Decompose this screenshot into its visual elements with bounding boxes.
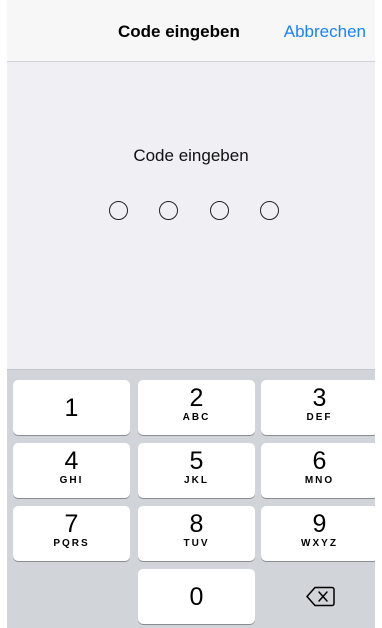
key-3[interactable]: 3 DEF [261, 380, 375, 435]
key-letters: ABC [182, 412, 211, 423]
key-letters: GHI [59, 475, 84, 486]
key-digit: 8 [189, 510, 204, 538]
key-7[interactable]: 7 PQRS [13, 506, 130, 561]
key-digit: 7 [64, 510, 79, 538]
numeric-keypad: 1 2 ABC 3 DEF 4 GHI 5 JKL 6 MNO 7 PQRS 8 [7, 369, 375, 628]
key-5[interactable]: 5 JKL [138, 443, 255, 498]
key-digit: 4 [64, 447, 79, 475]
cancel-button[interactable]: Abbrechen [284, 22, 366, 42]
key-letters: TUV [183, 538, 210, 549]
nav-title: Code eingeben [118, 22, 240, 41]
passcode-dot [159, 201, 178, 220]
passcode-dot [260, 201, 279, 220]
delete-button[interactable] [261, 569, 375, 624]
key-digit: 0 [189, 583, 204, 611]
passcode-dot [210, 201, 229, 220]
key-digit: 9 [312, 510, 327, 538]
key-6[interactable]: 6 MNO [261, 443, 375, 498]
key-digit: 5 [189, 447, 204, 475]
passcode-dot [109, 201, 128, 220]
key-digit: 1 [64, 394, 79, 422]
key-letters: JKL [184, 475, 209, 486]
passcode-prompt: Code eingeben [133, 146, 249, 165]
key-1[interactable]: 1 [13, 380, 130, 435]
key-8[interactable]: 8 TUV [138, 506, 255, 561]
key-2[interactable]: 2 ABC [138, 380, 255, 435]
key-letters: DEF [306, 412, 333, 423]
key-digit: 3 [312, 384, 327, 412]
key-9[interactable]: 9 WXYZ [261, 506, 375, 561]
backspace-icon [306, 586, 335, 607]
key-letters: WXYZ [301, 538, 338, 549]
key-letters: MNO [304, 475, 335, 486]
key-digit: 6 [312, 447, 327, 475]
key-0[interactable]: 0 [138, 569, 255, 624]
passcode-sheet: Code eingeben Abbrechen Code eingeben 1 … [7, 0, 375, 628]
key-4[interactable]: 4 GHI [13, 443, 130, 498]
key-letters: PQRS [53, 538, 90, 549]
key-digit: 2 [189, 384, 204, 412]
navigation-bar: Code eingeben Abbrechen [7, 0, 375, 62]
